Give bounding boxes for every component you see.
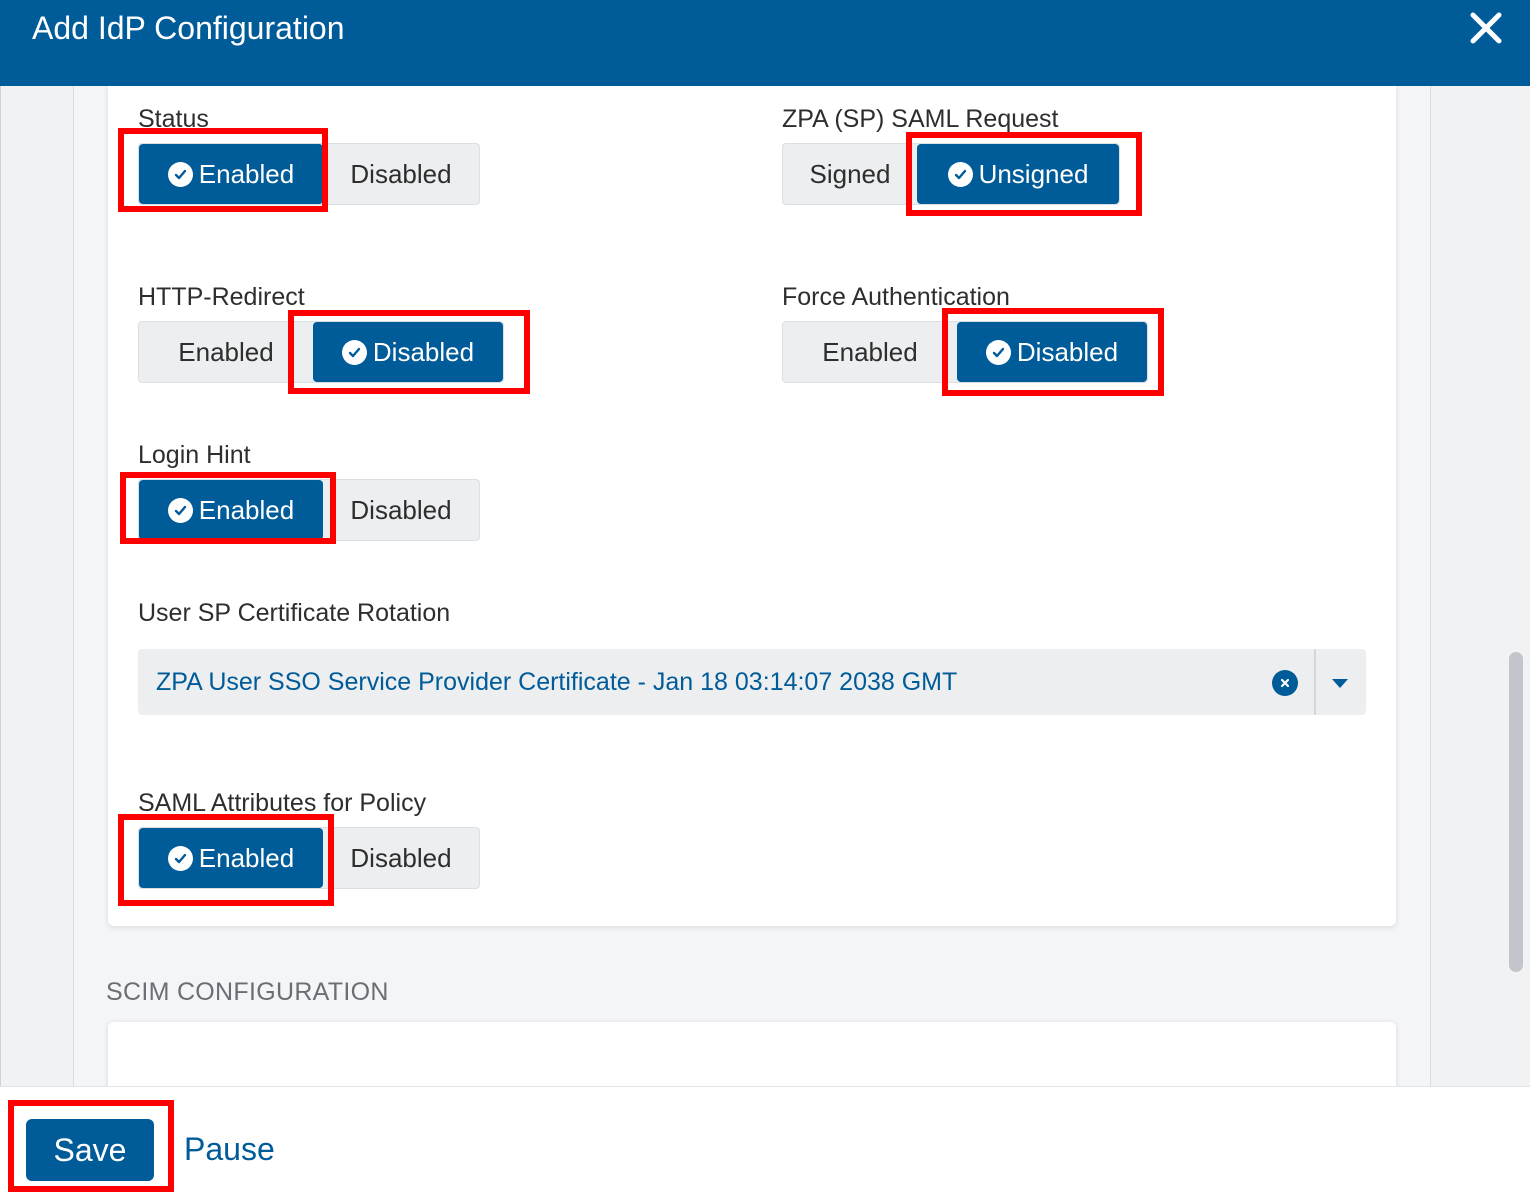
modal-header: Add IdP Configuration: [0, 0, 1530, 86]
status-disabled-text: Disabled: [350, 158, 452, 189]
saml-configuration-card: Status Enabled Disabled ZPA (SP) SAML Re…: [108, 86, 1396, 926]
check-circle-icon: [341, 339, 367, 365]
sp-saml-request-toggle: Signed Unsigned: [782, 143, 1120, 205]
http-redirect-label: HTTP-Redirect: [138, 283, 305, 311]
modal-title: Add IdP Configuration: [32, 10, 345, 46]
sp-saml-signed-option[interactable]: Signed: [783, 144, 917, 204]
login-hint-label: Login Hint: [138, 441, 251, 469]
check-circle-icon: [947, 161, 973, 187]
check-circle-icon: [167, 161, 193, 187]
http-redirect-enabled-option[interactable]: Enabled: [139, 322, 313, 382]
saml-attributes-disabled-text: Disabled: [350, 842, 452, 873]
force-auth-enabled-option[interactable]: Enabled: [783, 322, 957, 382]
status-enabled-option[interactable]: Enabled: [139, 144, 323, 204]
force-auth-disabled-text: Disabled: [1016, 336, 1119, 367]
check-circle-icon: [985, 339, 1011, 365]
check-circle-icon: [167, 497, 193, 523]
status-label: Status: [138, 105, 209, 133]
login-hint-enabled-option[interactable]: Enabled: [139, 480, 323, 540]
http-redirect-enabled-text: Enabled: [178, 336, 274, 367]
cert-rotation-select[interactable]: ZPA User SSO Service Provider Certificat…: [138, 649, 1366, 715]
modal-body: Status Enabled Disabled ZPA (SP) SAML Re…: [0, 86, 1530, 1086]
force-auth-disabled-option[interactable]: Disabled: [957, 322, 1147, 382]
modal-footer: Save Pause: [0, 1086, 1530, 1196]
close-icon: [1470, 12, 1502, 44]
saml-attributes-disabled-option[interactable]: Disabled: [323, 828, 479, 888]
clear-selection-icon[interactable]: [1272, 670, 1298, 696]
cert-rotation-label: User SP Certificate Rotation: [138, 599, 451, 627]
login-hint-enabled-text: Enabled: [198, 494, 295, 525]
saml-attributes-label: SAML Attributes for Policy: [138, 789, 427, 817]
check-circle-icon: [167, 845, 193, 871]
dropdown-caret-icon[interactable]: [1330, 673, 1350, 693]
saml-attributes-enabled-option[interactable]: Enabled: [139, 828, 323, 888]
close-button[interactable]: [1466, 8, 1506, 48]
cert-rotation-value: ZPA User SSO Service Provider Certificat…: [156, 668, 958, 696]
force-auth-label: Force Authentication: [782, 283, 1010, 311]
http-redirect-disabled-option[interactable]: Disabled: [313, 322, 503, 382]
login-hint-disabled-option[interactable]: Disabled: [323, 480, 479, 540]
force-auth-enabled-text: Enabled: [822, 336, 918, 367]
status-disabled-option[interactable]: Disabled: [323, 144, 479, 204]
saml-attributes-enabled-text: Enabled: [198, 842, 295, 873]
http-redirect-toggle: Enabled Disabled: [138, 321, 504, 383]
content-column: Status Enabled Disabled ZPA (SP) SAML Re…: [73, 86, 1431, 1086]
login-hint-toggle: Enabled Disabled: [138, 479, 480, 541]
scim-configuration-card: [108, 1022, 1396, 1086]
saml-attributes-toggle: Enabled Disabled: [138, 827, 480, 889]
select-divider: [1314, 649, 1316, 715]
login-hint-disabled-text: Disabled: [350, 494, 452, 525]
scrollbar-thumb[interactable]: [1509, 652, 1523, 972]
sp-saml-signed-text: Signed: [809, 158, 891, 189]
force-auth-toggle: Enabled Disabled: [782, 321, 1148, 383]
status-enabled-text: Enabled: [198, 158, 295, 189]
scim-section-heading: SCIM CONFIGURATION: [106, 978, 389, 1006]
save-button[interactable]: Save: [26, 1119, 154, 1181]
sp-saml-request-label: ZPA (SP) SAML Request: [782, 105, 1059, 133]
http-redirect-disabled-text: Disabled: [372, 336, 475, 367]
sp-saml-unsigned-option[interactable]: Unsigned: [917, 144, 1119, 204]
status-toggle: Enabled Disabled: [138, 143, 480, 205]
sp-saml-unsigned-text: Unsigned: [978, 158, 1089, 189]
pause-link[interactable]: Pause: [184, 1129, 275, 1169]
